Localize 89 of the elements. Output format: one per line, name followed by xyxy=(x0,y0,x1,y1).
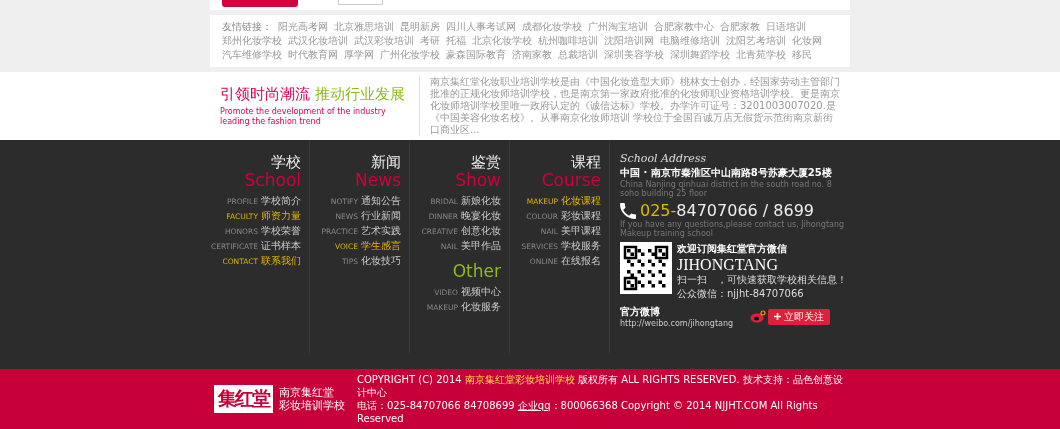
weibo-icon xyxy=(750,310,766,323)
friend-link[interactable]: 厚学网 xyxy=(344,48,374,62)
school-logo: 集红堂 xyxy=(214,385,273,413)
address: 中国 · 南京市秦淮区中山南路8号苏豪大厦25楼 xyxy=(620,166,833,180)
friend-link[interactable]: 武汉化妆培训 xyxy=(288,34,348,48)
contact-text: 电话：025-84707066 84708699 企业qq：800066368 Copyright © 2014 NJJHT.COM All Rights Reserved xyxy=(357,399,819,425)
slogan: 推动行业发展 xyxy=(315,85,405,104)
menu-link[interactable]: 晚宴化妆 xyxy=(461,209,501,223)
friend-link[interactable]: 广州淘宝培训 xyxy=(588,20,648,34)
menu-link[interactable]: 化妆技巧 xyxy=(361,254,401,268)
column-title-en: Other xyxy=(452,262,501,281)
menu-link[interactable]: 证书样本 xyxy=(261,239,301,253)
links-label: 友情链接： xyxy=(222,20,272,34)
column-title-en: School xyxy=(244,171,301,190)
school-link[interactable]: 南京集红堂彩妆培训学校 xyxy=(464,374,575,385)
friend-link[interactable]: 济南家教 xyxy=(512,48,552,62)
friend-link[interactable]: 合肥家教中心 xyxy=(654,20,714,34)
qr-code-icon xyxy=(620,242,672,294)
menu-link[interactable]: 师资力量 xyxy=(261,209,301,223)
column-title: 课程 xyxy=(571,154,601,171)
friend-link[interactable]: 郑州化妆学校 xyxy=(222,34,282,48)
wechat-title: 欢迎订阅集红堂官方微信 xyxy=(677,242,788,256)
copyright-text: COPYRIGHT (C) 2014 南京集红堂彩妆培训学校 版权所有 ALL RIGHTS RESERVED. 技术支持：品色创意设计中心 xyxy=(357,373,844,399)
friend-link[interactable]: 广州化妆学校 xyxy=(380,48,440,62)
friend-link[interactable]: 考研 xyxy=(420,34,440,48)
weibo-title: 官方微博 xyxy=(620,305,661,319)
friend-link[interactable]: 杭州咖啡培训 xyxy=(538,34,598,48)
friend-link[interactable]: 北京化妆学校 xyxy=(472,34,532,48)
menu-link[interactable]: 化妆课程 xyxy=(561,194,601,208)
friend-link[interactable]: 日语培训 xyxy=(766,20,806,34)
column-title-en: News xyxy=(355,171,401,190)
menu-link[interactable]: 化妆服务 xyxy=(461,300,501,314)
menu-link[interactable]: 新娘化妆 xyxy=(461,194,501,208)
column-title: 学校 xyxy=(271,154,301,171)
friend-link[interactable]: 武汉彩妆培训 xyxy=(354,34,414,48)
column-title-en: Show xyxy=(455,171,501,190)
friend-link[interactable]: 北京雅思培训 xyxy=(334,20,394,34)
friend-link[interactable]: 合肥家教 xyxy=(720,20,760,34)
friend-link[interactable]: 托福 xyxy=(446,34,466,48)
wechat-scan-text: 扫一扫 ，可快速获取学校相关信息！ xyxy=(677,273,847,287)
friend-link[interactable]: 移民 xyxy=(792,48,812,62)
phone-prefix: 025- xyxy=(640,201,677,220)
friend-link[interactable]: 北青苑学校 xyxy=(736,48,786,62)
menu-link[interactable]: 美甲课程 xyxy=(561,224,601,238)
menu-link[interactable]: 学生感言 xyxy=(361,239,401,253)
menu-link[interactable]: 彩妆课程 xyxy=(561,209,601,223)
friend-link[interactable]: 四川人事考试网 xyxy=(446,20,516,34)
friend-link[interactable]: 深圳美容学校 xyxy=(604,48,664,62)
friend-link[interactable]: 深圳舞蹈学校 xyxy=(670,48,730,62)
qq-link[interactable]: 企业qq xyxy=(517,400,551,411)
weibo-link[interactable]: http://weibo.com/jihongtang xyxy=(620,319,734,328)
menu-link[interactable]: 通知公告 xyxy=(361,194,401,208)
friend-link[interactable]: 沈阳艺考培训 xyxy=(726,34,786,48)
column-title-en: Course xyxy=(541,171,601,190)
column-title: 鉴赏 xyxy=(471,154,501,171)
address-heading: School Address xyxy=(620,152,708,165)
slogan-subtitle: Promote the development of the industry leading the fashion trend xyxy=(220,107,387,127)
friend-link[interactable]: 沈阳培训网 xyxy=(604,34,654,48)
friend-link[interactable]: 化妆网 xyxy=(792,34,822,48)
menu-link[interactable]: 行业新闻 xyxy=(361,209,401,223)
menu-link[interactable]: 视频中心 xyxy=(461,285,501,299)
column-title: 新闻 xyxy=(371,154,401,171)
friend-link[interactable]: 总裁培训 xyxy=(558,48,598,62)
friend-link[interactable]: 汽车维修学校 xyxy=(222,48,282,62)
friend-link[interactable]: 成都化妆学校 xyxy=(522,20,582,34)
menu-link[interactable]: 学校简介 xyxy=(261,194,301,208)
school-name: 南京集红堂 彩妆培训学校 xyxy=(279,386,345,412)
menu-link[interactable]: 学校服务 xyxy=(561,239,601,253)
phone-icon xyxy=(620,202,636,219)
follow-button[interactable]: 立即关注 xyxy=(768,308,830,325)
friend-link[interactable]: 阳光高考网 xyxy=(278,20,328,34)
menu-link[interactable]: 学校荣誉 xyxy=(261,224,301,238)
phone-number: 84707066 / 8699 xyxy=(676,201,815,220)
slogan: 引领时尚潮流 xyxy=(220,85,310,104)
menu-link[interactable]: 联系我们 xyxy=(261,254,301,268)
friend-link[interactable]: 豪森国际教育 xyxy=(446,48,506,62)
wechat-name: JIHONGTANG xyxy=(677,256,779,273)
menu-link[interactable]: 创意化妆 xyxy=(461,224,501,238)
plus-icon xyxy=(774,313,781,320)
friend-link[interactable]: 时代教育网 xyxy=(288,48,338,62)
wechat-id: 公众微信：njjht-84707066 xyxy=(677,287,805,301)
phone-note: If you have any questions,please contact us, Jihongtang Makeup training school xyxy=(620,220,846,238)
menu-link[interactable]: 艺术实践 xyxy=(361,224,401,238)
menu-link[interactable]: 美甲作品 xyxy=(461,239,501,253)
input-field[interactable] xyxy=(338,0,383,5)
menu-link[interactable]: 在线报名 xyxy=(561,254,601,268)
friend-link[interactable]: 昆明新房 xyxy=(400,20,440,34)
submit-button[interactable] xyxy=(222,0,298,7)
friend-link[interactable]: 电脑维修培训 xyxy=(660,34,720,48)
